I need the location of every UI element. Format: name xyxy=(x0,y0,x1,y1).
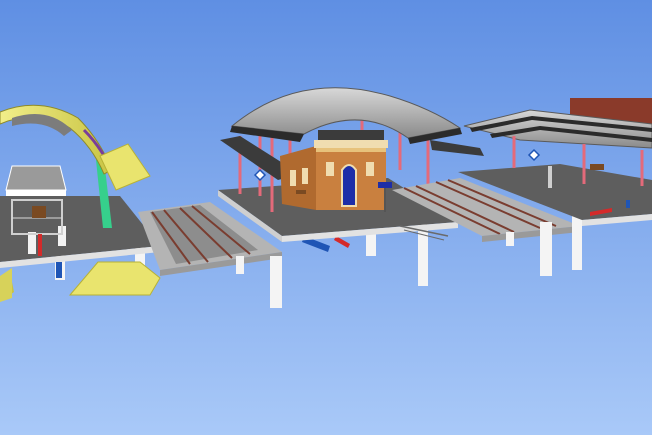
left-shelter-roof-edge xyxy=(6,190,66,196)
station-building-roof xyxy=(318,130,384,140)
station-building-cornice xyxy=(314,140,388,148)
station-window xyxy=(290,170,296,186)
left-blue-marker xyxy=(56,262,62,278)
right-post xyxy=(548,166,552,188)
station-door[interactable] xyxy=(341,164,357,207)
station-window xyxy=(366,162,374,176)
left-red-marker xyxy=(38,234,42,256)
center-pillar xyxy=(270,256,282,308)
right-bench xyxy=(590,164,604,170)
left-kiosk-base xyxy=(28,232,36,254)
left-bench xyxy=(32,206,46,218)
station-window xyxy=(302,168,308,184)
station-model-viewport[interactable] xyxy=(0,0,652,435)
station-building-frieze xyxy=(316,148,386,152)
station-sign-post xyxy=(384,188,386,212)
right-blue-marker xyxy=(626,200,630,208)
station-building-side xyxy=(280,146,316,210)
center-bench xyxy=(296,190,306,194)
station-window xyxy=(326,162,334,176)
center-pillar xyxy=(236,256,244,274)
station-sign xyxy=(378,182,392,188)
left-shelter-roof xyxy=(5,165,67,191)
right-pillar xyxy=(540,222,552,276)
right-pillar xyxy=(506,232,514,246)
center-pillar xyxy=(418,224,428,286)
